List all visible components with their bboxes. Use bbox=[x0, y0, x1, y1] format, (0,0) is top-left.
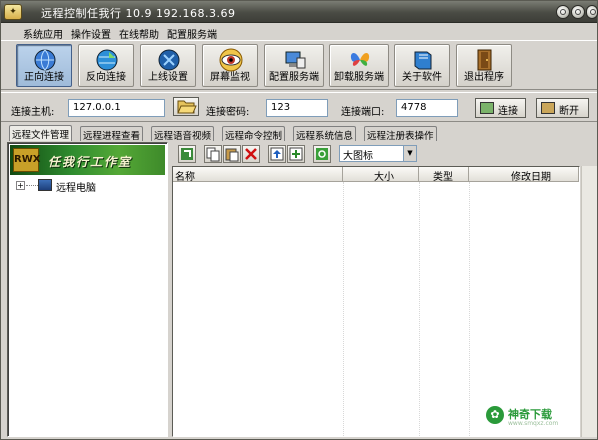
connect-button[interactable]: 连接 bbox=[475, 98, 526, 118]
tab-remote-command-control[interactable]: 远程命令控制 bbox=[222, 126, 286, 142]
host-label: 连接主机: bbox=[11, 107, 55, 118]
connection-bar: 连接主机: 127.0.0.1 连接密码: 123 连接端口: 4778 连接 … bbox=[1, 92, 597, 122]
password-label: 连接密码: bbox=[206, 107, 250, 118]
right-scroll-area[interactable] bbox=[581, 166, 597, 437]
tab-strip: 远程文件管理 远程进程查看 远程语音视频 远程命令控制 远程系统信息 远程注册表… bbox=[1, 125, 597, 142]
tab-remote-system-info[interactable]: 远程系统信息 bbox=[293, 126, 357, 142]
computer-icon bbox=[38, 179, 52, 191]
tree-expand-icon[interactable]: + bbox=[16, 181, 25, 190]
configure-server-button[interactable]: 配置服务端 bbox=[264, 44, 324, 87]
title-bar[interactable]: ✦ 远程控制任我行 10.9 192.168.3.69 bbox=[1, 1, 598, 23]
about-software-button[interactable]: 关于软件 bbox=[394, 44, 450, 87]
host-input[interactable]: 127.0.0.1 bbox=[68, 99, 165, 117]
view-mode-value: 大图标 bbox=[343, 151, 373, 162]
file-toolbar: 大图标 ▼ bbox=[173, 145, 597, 165]
menu-operation-settings[interactable]: 操作设置 bbox=[71, 26, 111, 41]
up-arrow-icon bbox=[270, 147, 284, 161]
view-mode-select[interactable]: 大图标 ▼ bbox=[339, 145, 417, 162]
column-size[interactable]: 大小 bbox=[343, 167, 419, 183]
online-settings-label: 上线设置 bbox=[148, 72, 188, 83]
screen-monitor-label: 屏幕监视 bbox=[210, 72, 250, 83]
tab-remote-process-view[interactable]: 远程进程查看 bbox=[80, 126, 144, 142]
watermark-subtext: www.smqxz.com bbox=[508, 420, 559, 427]
refresh-icon bbox=[181, 148, 193, 160]
menu-online-help[interactable]: 在线帮助 bbox=[119, 26, 159, 41]
uninstall-server-button[interactable]: 卸载服务端 bbox=[329, 44, 389, 87]
screen-monitor-button[interactable]: 屏幕监视 bbox=[202, 44, 258, 87]
tab-remote-file-manager[interactable]: 远程文件管理 bbox=[9, 125, 73, 141]
sync-icon bbox=[316, 148, 328, 160]
tab-remote-audio-video[interactable]: 远程语音视频 bbox=[151, 126, 215, 142]
configure-server-label: 配置服务端 bbox=[269, 72, 319, 83]
uninstall-server-label: 卸载服务端 bbox=[334, 72, 384, 83]
port-label: 连接端口: bbox=[341, 107, 385, 118]
reverse-connect-button[interactable]: 反向连接 bbox=[78, 44, 134, 87]
menu-configure-server[interactable]: 配置服务端 bbox=[167, 26, 217, 41]
disconnect-icon bbox=[541, 102, 555, 114]
file-list-header: 名称 大小 类型 修改日期 bbox=[173, 167, 579, 183]
column-divider bbox=[469, 182, 470, 436]
disconnect-label: 断开 bbox=[559, 106, 579, 117]
app-logo-icon: ✦ bbox=[4, 4, 22, 20]
exit-program-button[interactable]: 退出程序 bbox=[456, 44, 512, 87]
forward-connect-label: 正向连接 bbox=[24, 72, 64, 83]
port-input[interactable]: 4778 bbox=[396, 99, 458, 117]
about-software-label: 关于软件 bbox=[402, 72, 442, 83]
copy-button[interactable] bbox=[204, 145, 222, 163]
new-folder-icon bbox=[289, 147, 303, 161]
column-modified[interactable]: 修改日期 bbox=[469, 167, 579, 183]
chevron-down-icon[interactable]: ▼ bbox=[403, 146, 416, 161]
studio-banner: RWX 任我行工作室 bbox=[10, 145, 165, 175]
refresh-button[interactable] bbox=[178, 145, 196, 163]
connect-icon bbox=[480, 102, 494, 114]
online-settings-button[interactable]: 上线设置 bbox=[140, 44, 196, 87]
paste-icon bbox=[225, 148, 239, 162]
watermark-logo-icon: ✿ bbox=[486, 406, 504, 424]
tree-connector-line bbox=[26, 185, 38, 186]
paste-button[interactable] bbox=[223, 145, 241, 163]
connect-label: 连接 bbox=[498, 106, 518, 117]
close-button[interactable] bbox=[586, 5, 598, 19]
main-toolbar: 正向连接 反向连接 上线设置 屏幕监视 配置服务端 卸载服务端 关于软件 退出程… bbox=[1, 40, 597, 90]
column-type[interactable]: 类型 bbox=[419, 167, 469, 183]
copy-icon bbox=[206, 147, 220, 162]
banner-title: 任我行工作室 bbox=[48, 155, 133, 169]
sync-button[interactable] bbox=[313, 145, 331, 163]
menu-system[interactable]: 系统应用 bbox=[23, 26, 63, 41]
remote-tree-panel: RWX 任我行工作室 + 远程电脑 bbox=[7, 142, 168, 437]
column-divider bbox=[419, 182, 420, 436]
column-name[interactable]: 名称 bbox=[173, 167, 343, 183]
up-folder-button[interactable] bbox=[268, 145, 286, 163]
new-folder-button[interactable] bbox=[287, 145, 305, 163]
tree-item-label: 远程电脑 bbox=[56, 183, 96, 194]
rwx-logo: RWX bbox=[13, 148, 40, 172]
minimize-button[interactable] bbox=[556, 5, 570, 19]
tab-remote-registry[interactable]: 远程注册表操作 bbox=[364, 126, 437, 142]
delete-icon bbox=[245, 148, 257, 160]
delete-button[interactable] bbox=[242, 145, 260, 163]
file-list-view[interactable]: 名称 大小 类型 修改日期 bbox=[172, 166, 580, 437]
browse-folder-button[interactable] bbox=[173, 97, 199, 116]
password-input[interactable]: 123 bbox=[266, 99, 328, 117]
reverse-connect-label: 反向连接 bbox=[86, 72, 126, 83]
menu-bar: 系统应用 操作设置 在线帮助 配置服务端 bbox=[1, 24, 597, 41]
app-window: ✦ 远程控制任我行 10.9 192.168.3.69 系统应用 操作设置 在线… bbox=[0, 0, 598, 440]
window-title: 远程控制任我行 10.9 192.168.3.69 bbox=[41, 7, 236, 20]
disconnect-button[interactable]: 断开 bbox=[536, 98, 589, 118]
watermark: ✿ 神奇下载 www.smqxz.com bbox=[486, 406, 558, 427]
exit-program-label: 退出程序 bbox=[464, 72, 504, 83]
maximize-button[interactable] bbox=[571, 5, 585, 19]
forward-connect-button[interactable]: 正向连接 bbox=[16, 44, 72, 87]
folder-open-icon bbox=[177, 100, 197, 114]
column-divider bbox=[343, 182, 344, 436]
